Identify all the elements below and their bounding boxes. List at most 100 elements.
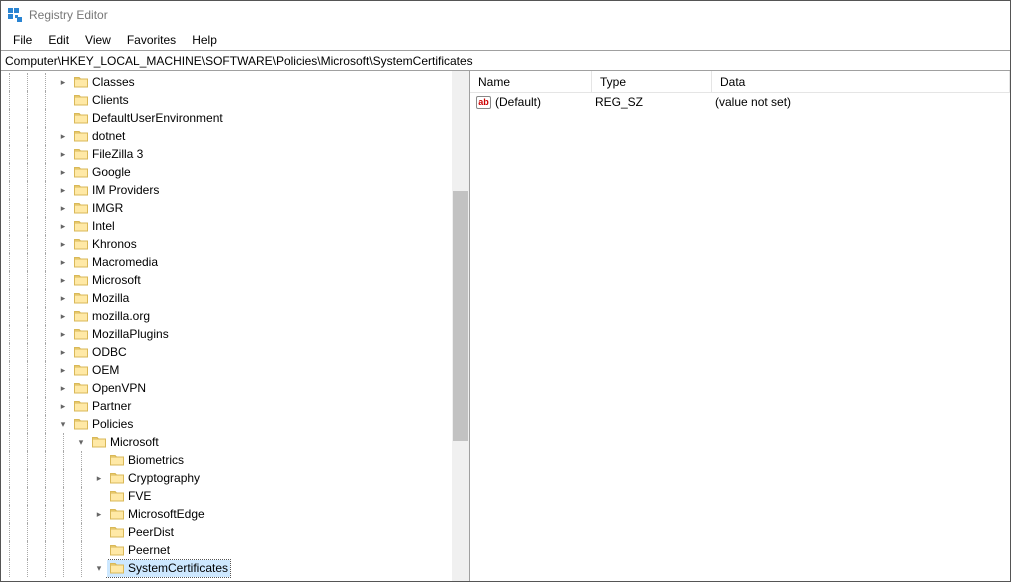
tree-expander-closed-icon[interactable]: ▸: [55, 217, 71, 235]
tree-item-labelwrap[interactable]: ODBC: [71, 344, 129, 361]
tree-item-labelwrap[interactable]: OEM: [71, 362, 121, 379]
tree-item[interactable]: Peernet: [1, 541, 452, 559]
tree-item-labelwrap[interactable]: mozilla.org: [71, 308, 152, 325]
tree-expander-closed-icon[interactable]: ▸: [55, 145, 71, 163]
tree-guide: [1, 109, 19, 127]
tree-item[interactable]: ▸Partner: [1, 397, 452, 415]
tree-item-labelwrap[interactable]: MicrosoftEdge: [107, 506, 207, 523]
tree-item-labelwrap[interactable]: Google: [71, 164, 133, 181]
tree-item[interactable]: ▾Policies: [1, 415, 452, 433]
tree-item[interactable]: ▸ODBC: [1, 343, 452, 361]
tree-item[interactable]: ▸dotnet: [1, 127, 452, 145]
tree-expander-open-icon[interactable]: ▾: [91, 559, 107, 577]
tree-expander-open-icon[interactable]: ▾: [73, 433, 89, 451]
tree-scroll[interactable]: ▸ClassesClientsDefaultUserEnvironment▸do…: [1, 71, 452, 581]
tree-item[interactable]: ▸Classes: [1, 73, 452, 91]
tree-item[interactable]: Clients: [1, 91, 452, 109]
tree-item-labelwrap[interactable]: Macromedia: [71, 254, 160, 271]
tree-item[interactable]: ▸mozilla.org: [1, 307, 452, 325]
tree-item[interactable]: Biometrics: [1, 451, 452, 469]
tree-expander-closed-icon[interactable]: ▸: [55, 163, 71, 181]
tree-item[interactable]: ▸Mozilla: [1, 289, 452, 307]
tree-item[interactable]: ▸MicrosoftEdge: [1, 505, 452, 523]
address-bar[interactable]: Computer\HKEY_LOCAL_MACHINE\SOFTWARE\Pol…: [1, 50, 1010, 71]
tree-item-labelwrap[interactable]: Classes: [71, 74, 137, 91]
tree-expander-closed-icon[interactable]: ▸: [55, 73, 71, 91]
value-row[interactable]: ab(Default)REG_SZ(value not set): [470, 93, 1010, 111]
tree-item-labelwrap[interactable]: OpenVPN: [71, 380, 148, 397]
tree-item[interactable]: ▸OpenVPN: [1, 379, 452, 397]
tree-item-labelwrap[interactable]: Biometrics: [107, 452, 186, 469]
tree-expander-closed-icon[interactable]: ▸: [55, 397, 71, 415]
tree-item-labelwrap[interactable]: Intel: [71, 218, 117, 235]
tree-expander-closed-icon[interactable]: ▸: [55, 343, 71, 361]
tree-guide: [1, 415, 19, 433]
tree-item-labelwrap[interactable]: DefaultUserEnvironment: [71, 110, 225, 127]
tree-item[interactable]: ▸OEM: [1, 361, 452, 379]
tree-scrollbar[interactable]: [452, 71, 469, 581]
tree-item[interactable]: ▸Macromedia: [1, 253, 452, 271]
tree-guide: [1, 325, 19, 343]
tree-item-labelwrap[interactable]: MozillaPlugins: [71, 326, 171, 343]
menu-file[interactable]: File: [5, 31, 40, 49]
column-header-type[interactable]: Type: [592, 71, 712, 92]
tree-item-labelwrap[interactable]: IMGR: [71, 200, 125, 217]
tree-item[interactable]: FVE: [1, 487, 452, 505]
tree-item-labelwrap[interactable]: Partner: [71, 398, 133, 415]
tree-expander-closed-icon[interactable]: ▸: [55, 253, 71, 271]
tree-item[interactable]: ▸IM Providers: [1, 181, 452, 199]
tree-item[interactable]: ▸FileZilla 3: [1, 145, 452, 163]
tree-item-labelwrap[interactable]: Microsoft: [89, 434, 161, 451]
tree-item-labelwrap[interactable]: Microsoft: [71, 272, 143, 289]
tree-item-labelwrap[interactable]: dotnet: [71, 128, 127, 145]
tree-item-labelwrap[interactable]: FVE: [107, 488, 153, 505]
tree-item-labelwrap[interactable]: Clients: [71, 92, 131, 109]
tree-expander-closed-icon[interactable]: ▸: [55, 361, 71, 379]
address-bar-text[interactable]: Computer\HKEY_LOCAL_MACHINE\SOFTWARE\Pol…: [5, 51, 1006, 70]
tree-item[interactable]: ▸Microsoft: [1, 271, 452, 289]
tree-item[interactable]: ▾SystemCertificates: [1, 559, 452, 577]
column-header-name[interactable]: Name: [470, 71, 592, 92]
registry-tree[interactable]: ▸ClassesClientsDefaultUserEnvironment▸do…: [1, 71, 452, 579]
tree-guide: [19, 271, 37, 289]
tree-item-labelwrap[interactable]: IM Providers: [71, 182, 161, 199]
tree-item-labelwrap[interactable]: Cryptography: [107, 470, 202, 487]
tree-expander-closed-icon[interactable]: ▸: [91, 505, 107, 523]
column-header-data[interactable]: Data: [712, 71, 1010, 92]
tree-expander-closed-icon[interactable]: ▸: [55, 379, 71, 397]
tree-guide: [37, 307, 55, 325]
tree-item-labelwrap[interactable]: SystemCertificates: [107, 560, 230, 577]
tree-item[interactable]: ▸IMGR: [1, 199, 452, 217]
menu-view[interactable]: View: [77, 31, 119, 49]
tree-expander-closed-icon[interactable]: ▸: [55, 325, 71, 343]
tree-item[interactable]: ▸Khronos: [1, 235, 452, 253]
tree-item[interactable]: PeerDist: [1, 523, 452, 541]
tree-item[interactable]: DefaultUserEnvironment: [1, 109, 452, 127]
tree-item-labelwrap[interactable]: Khronos: [71, 236, 139, 253]
menu-help[interactable]: Help: [184, 31, 225, 49]
tree-item-labelwrap[interactable]: PeerDist: [107, 524, 176, 541]
tree-expander-closed-icon[interactable]: ▸: [55, 127, 71, 145]
tree-scrollbar-thumb[interactable]: [453, 191, 468, 441]
menu-favorites[interactable]: Favorites: [119, 31, 184, 49]
tree-item[interactable]: ▾Microsoft: [1, 433, 452, 451]
tree-item-labelwrap[interactable]: Policies: [71, 416, 135, 433]
tree-item-labelwrap[interactable]: Mozilla: [71, 290, 131, 307]
tree-item[interactable]: ▸Cryptography: [1, 469, 452, 487]
tree-expander-closed-icon[interactable]: ▸: [91, 469, 107, 487]
window-title: Registry Editor: [29, 8, 108, 22]
tree-item[interactable]: ▸Intel: [1, 217, 452, 235]
values-list[interactable]: ab(Default)REG_SZ(value not set): [470, 93, 1010, 581]
tree-expander-closed-icon[interactable]: ▸: [55, 199, 71, 217]
tree-item-labelwrap[interactable]: FileZilla 3: [71, 146, 145, 163]
tree-expander-closed-icon[interactable]: ▸: [55, 307, 71, 325]
menu-edit[interactable]: Edit: [40, 31, 77, 49]
tree-item[interactable]: ▸Google: [1, 163, 452, 181]
tree-expander-open-icon[interactable]: ▾: [55, 415, 71, 433]
tree-expander-closed-icon[interactable]: ▸: [55, 271, 71, 289]
tree-expander-closed-icon[interactable]: ▸: [55, 181, 71, 199]
tree-item[interactable]: ▸MozillaPlugins: [1, 325, 452, 343]
tree-expander-closed-icon[interactable]: ▸: [55, 289, 71, 307]
tree-expander-closed-icon[interactable]: ▸: [55, 235, 71, 253]
tree-item-labelwrap[interactable]: Peernet: [107, 542, 172, 559]
